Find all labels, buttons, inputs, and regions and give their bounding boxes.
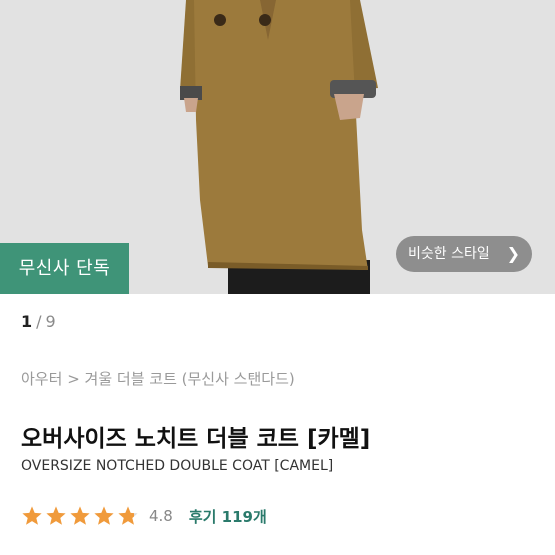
pager-total: 9 xyxy=(45,312,56,331)
pager-current: 1 xyxy=(21,312,33,331)
rating-row: 4.8 후기 119개 xyxy=(21,503,267,529)
star-icon xyxy=(22,506,42,525)
exclusive-badge: 무신사 단독 xyxy=(0,243,129,294)
star-icon xyxy=(118,506,138,525)
star-icon xyxy=(70,506,90,525)
breadcrumb-item-outer[interactable]: 아우터 xyxy=(21,370,62,388)
product-image[interactable]: 무신사 단독 비슷한 스타일 ❯ xyxy=(0,0,555,294)
pager-separator: / xyxy=(36,312,42,331)
breadcrumb-separator: > xyxy=(67,370,80,388)
reviews-link[interactable]: 후기 119개 xyxy=(189,506,267,527)
chevron-right-icon: ❯ xyxy=(506,244,520,263)
star-rating xyxy=(21,505,141,527)
rating-score: 4.8 xyxy=(149,507,173,525)
similar-style-label: 비슷한 스타일 xyxy=(408,246,490,262)
breadcrumb-item-category[interactable]: 겨울 더블 코트 (무신사 스탠다드) xyxy=(85,370,295,388)
image-pager: 1/9 xyxy=(21,312,56,331)
product-title: 오버사이즈 노치트 더블 코트 [카멜] xyxy=(21,426,371,452)
star-icon xyxy=(46,506,66,525)
star-icon xyxy=(94,506,114,525)
similar-style-button[interactable]: 비슷한 스타일 ❯ xyxy=(396,236,532,272)
breadcrumb: 아우터 > 겨울 더블 코트 (무신사 스탠다드) xyxy=(21,368,295,389)
product-subtitle: OVERSIZE NOTCHED DOUBLE COAT [CAMEL] xyxy=(21,458,334,474)
